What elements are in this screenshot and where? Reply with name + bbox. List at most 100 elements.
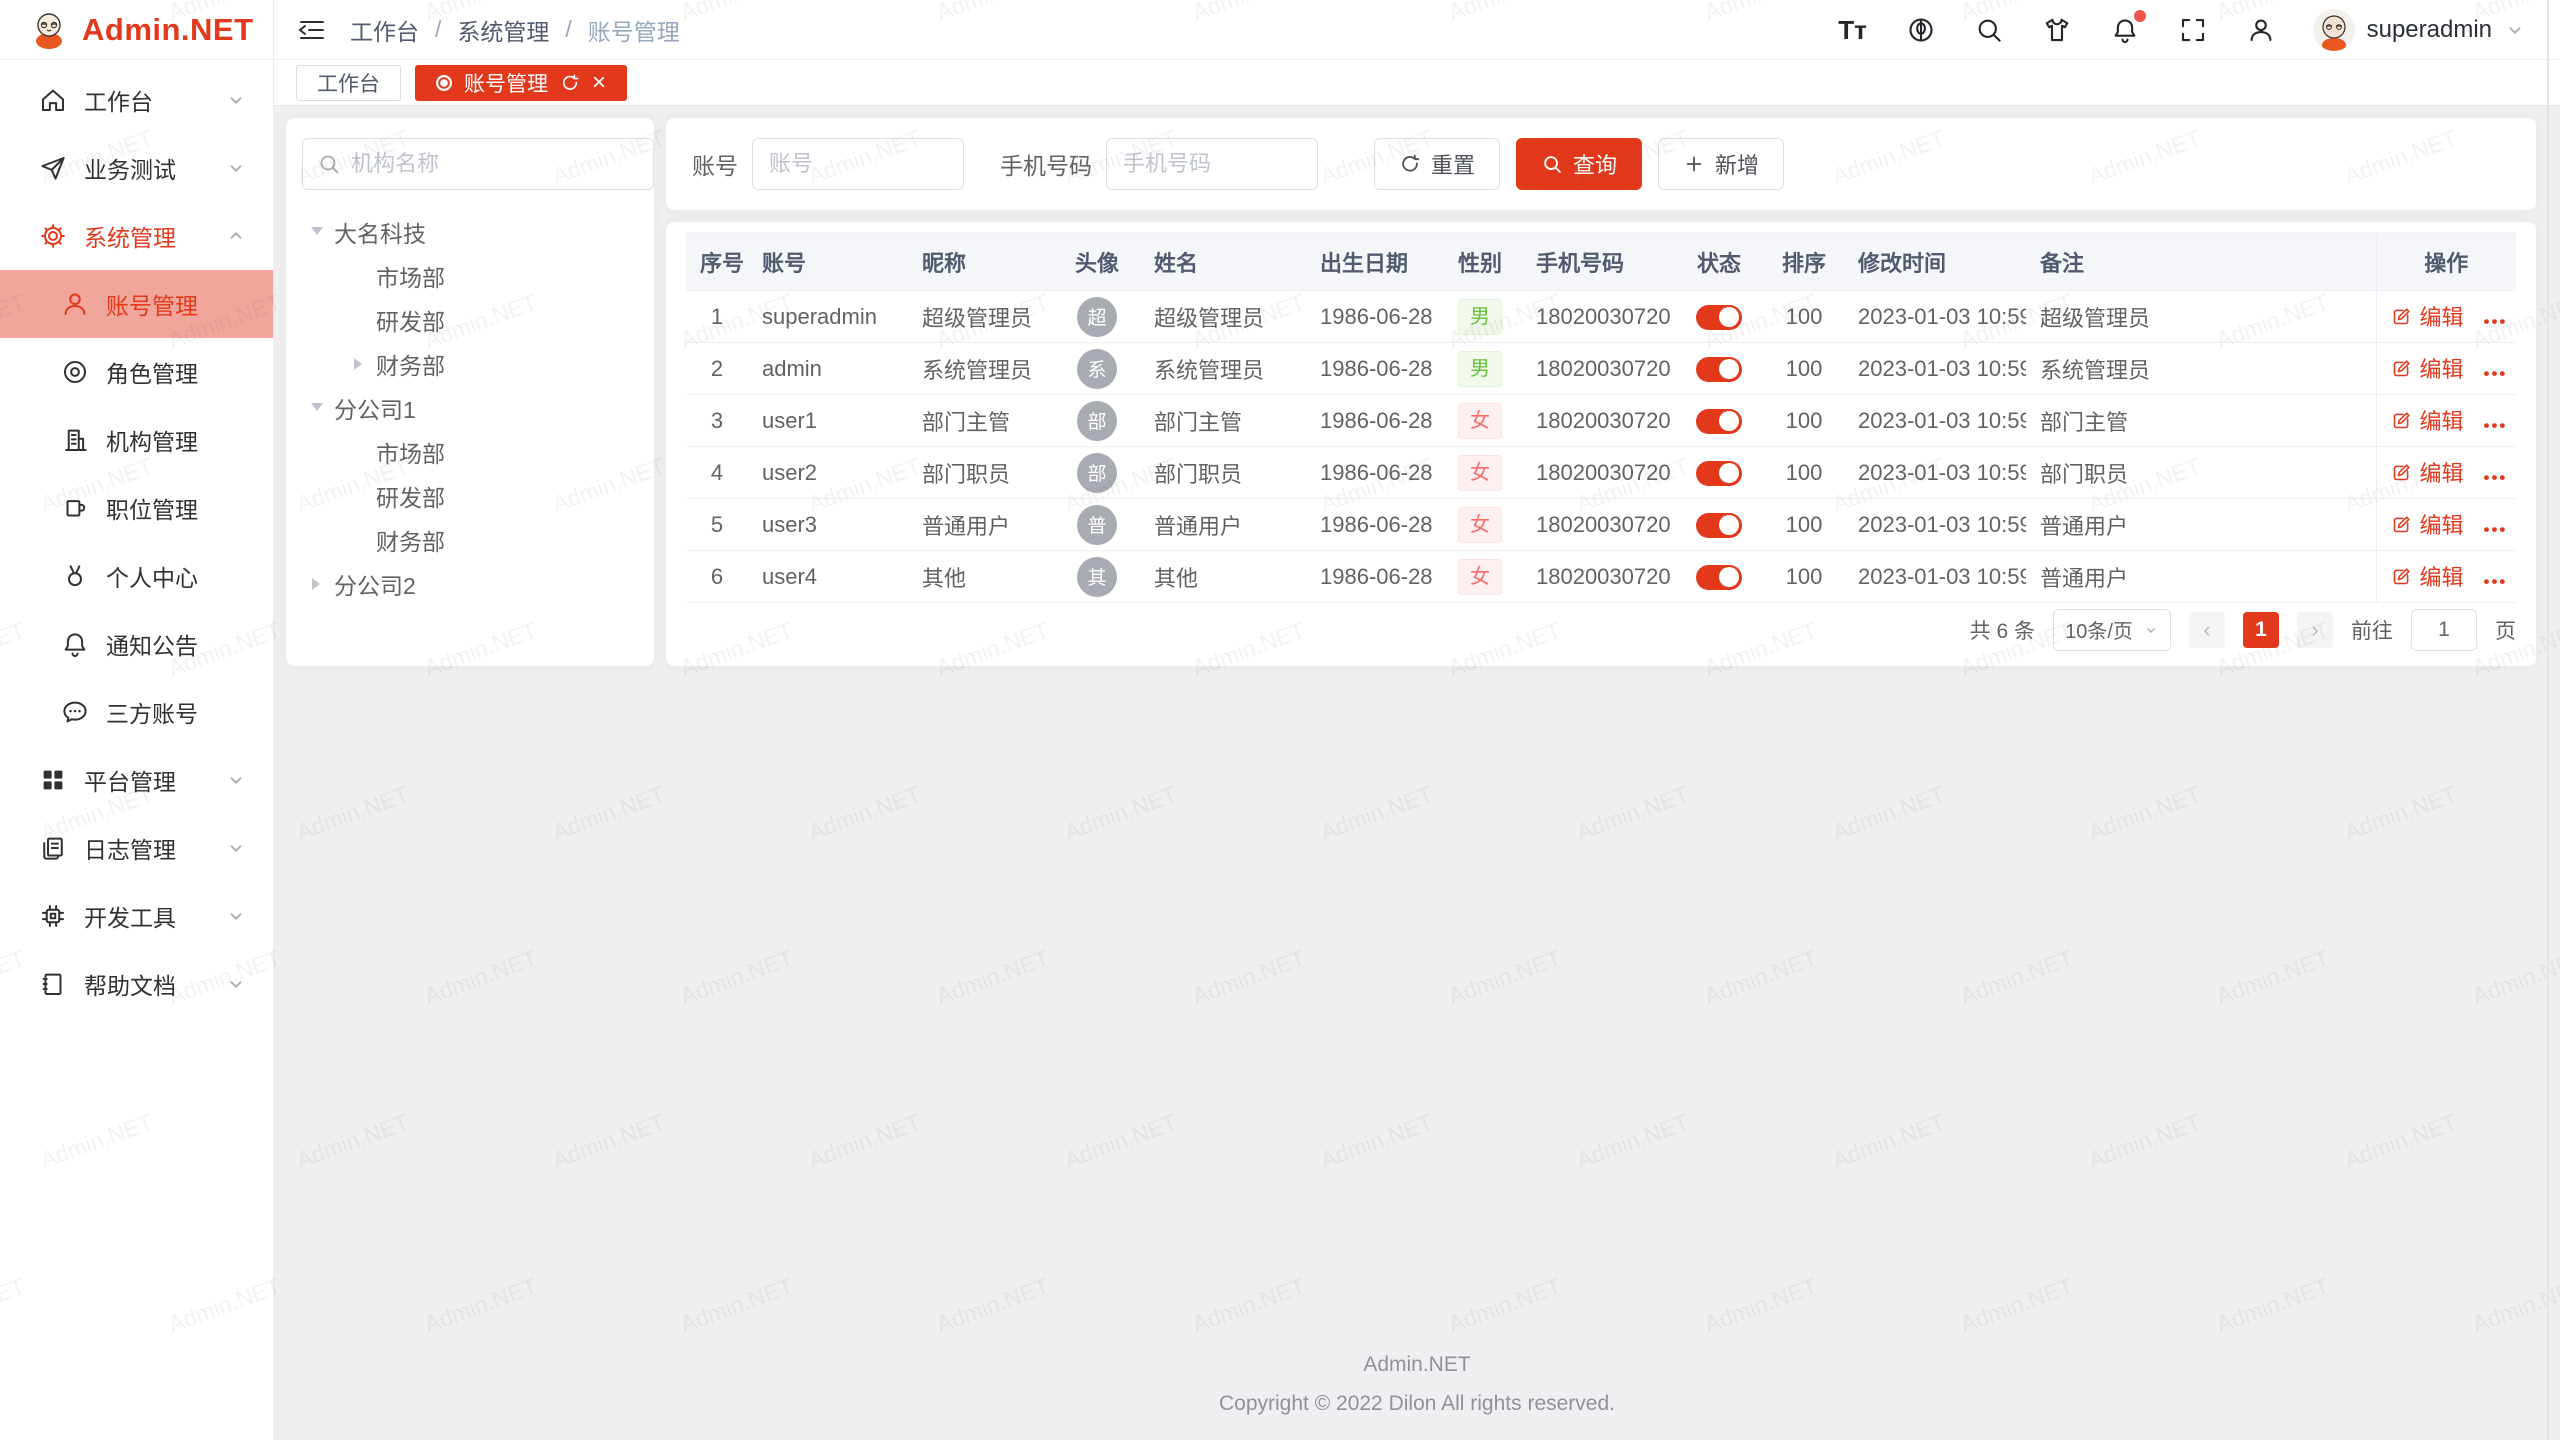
- tree-caret-icon[interactable]: [310, 225, 324, 239]
- status-toggle[interactable]: [1696, 565, 1742, 590]
- column-header: 操作: [2376, 233, 2516, 291]
- goto-page-input[interactable]: [2411, 609, 2477, 651]
- status-toggle[interactable]: [1696, 409, 1742, 434]
- table-row: 4user2部门职员部部门职员1986-06-28女18020030720100…: [686, 447, 2516, 499]
- tree-caret-icon[interactable]: [310, 577, 324, 591]
- tab-workbench[interactable]: 工作台: [296, 65, 401, 101]
- more-actions-button[interactable]: •••: [2484, 468, 2508, 487]
- cell-birthdate: 1986-06-28: [1306, 447, 1438, 499]
- chevron-down-icon: [225, 973, 247, 995]
- user-icon[interactable]: [2245, 14, 2277, 46]
- scrollbar-rail: [2547, 0, 2549, 1440]
- org-icon: [60, 425, 90, 455]
- close-tab-icon[interactable]: ×: [592, 71, 606, 95]
- user-table: 序号账号昵称头像姓名出生日期性别手机号码状态排序修改时间备注操作 1supera…: [686, 232, 2516, 603]
- tree-node[interactable]: 分公司1: [302, 386, 638, 430]
- current-page-button[interactable]: 1: [2243, 612, 2279, 648]
- sidebar-item-account-manage[interactable]: 账号管理: [0, 270, 273, 338]
- sidebar-item-profile-center[interactable]: 个人中心: [0, 542, 273, 610]
- refresh-tab-icon[interactable]: [560, 73, 580, 93]
- search-icon: [1541, 153, 1563, 175]
- chevron-down-icon: [225, 89, 247, 111]
- collapse-sidebar-icon[interactable]: [296, 14, 328, 46]
- sidebar-item-platform-manage[interactable]: 平台管理: [0, 746, 273, 814]
- breadcrumb-item[interactable]: 工作台: [350, 13, 419, 47]
- more-actions-button[interactable]: •••: [2484, 312, 2508, 331]
- breadcrumb-item[interactable]: 系统管理: [457, 13, 549, 47]
- cell-avatar: 普: [1054, 499, 1140, 551]
- sidebar-item-business-test[interactable]: 业务测试: [0, 134, 273, 202]
- tree-node[interactable]: 分公司2: [302, 562, 638, 606]
- sidebar-item-position-manage[interactable]: 职位管理: [0, 474, 273, 542]
- theme-icon[interactable]: [2041, 14, 2073, 46]
- chevron-down-icon: [2504, 19, 2526, 41]
- sidebar-item-dev-tools[interactable]: 开发工具: [0, 882, 273, 950]
- page-content: ••• 大名科技市场部研发部财务部分公司1市场部研发部财务部分公司2 账号 手机…: [274, 106, 2560, 1440]
- cell-actions: 编辑 •••: [2376, 447, 2516, 499]
- sidebar-item-log-manage[interactable]: 日志管理: [0, 814, 273, 882]
- user-menu[interactable]: superadmin: [2313, 9, 2526, 51]
- edit-button[interactable]: 编辑: [2391, 560, 2464, 592]
- cell-nickname: 系统管理员: [908, 343, 1054, 395]
- page-size-select[interactable]: 10条/页: [2053, 609, 2171, 651]
- next-page-button[interactable]: ›: [2297, 612, 2333, 648]
- tree-node[interactable]: 市场部: [302, 430, 638, 474]
- more-actions-button[interactable]: •••: [2484, 416, 2508, 435]
- search-icon[interactable]: [1973, 14, 2005, 46]
- status-toggle[interactable]: [1696, 513, 1742, 538]
- column-header: 出生日期: [1306, 233, 1438, 291]
- tab-account-manage[interactable]: 账号管理 ×: [415, 65, 627, 101]
- breadcrumb-item-current: 账号管理: [588, 13, 680, 47]
- font-size-icon[interactable]: Tт: [1837, 14, 1869, 46]
- sidebar-item-system-manage[interactable]: 系统管理: [0, 202, 273, 270]
- tree-node[interactable]: 研发部: [302, 298, 638, 342]
- edit-button[interactable]: 编辑: [2391, 300, 2464, 332]
- edit-button[interactable]: 编辑: [2391, 352, 2464, 384]
- sidebar-item-workbench[interactable]: 工作台: [0, 66, 273, 134]
- tree-node[interactable]: 财务部: [302, 518, 638, 562]
- tree-caret-icon: [352, 269, 366, 283]
- language-icon[interactable]: [1905, 14, 1937, 46]
- status-toggle[interactable]: [1696, 461, 1742, 486]
- medal-icon: [60, 561, 90, 591]
- tree-node[interactable]: 研发部: [302, 474, 638, 518]
- sidebar: Admin.NET 工作台业务测试系统管理账号管理角色管理机构管理职位管理个人中…: [0, 0, 274, 1440]
- cell-gender: 女: [1438, 447, 1522, 499]
- org-search-input[interactable]: [351, 151, 639, 177]
- tree-node[interactable]: 市场部: [302, 254, 638, 298]
- add-button[interactable]: 新增: [1658, 138, 1784, 190]
- more-actions-button[interactable]: •••: [2484, 520, 2508, 539]
- reset-button[interactable]: 重置: [1374, 138, 1500, 190]
- sidebar-item-role-manage[interactable]: 角色管理: [0, 338, 273, 406]
- fullscreen-icon[interactable]: [2177, 14, 2209, 46]
- prev-page-button[interactable]: ‹: [2189, 612, 2225, 648]
- total-count: 共 6 条: [1970, 615, 2035, 645]
- cell-name: 部门主管: [1140, 395, 1306, 447]
- notification-icon[interactable]: [2109, 14, 2141, 46]
- sidebar-item-third-account[interactable]: 三方账号: [0, 678, 273, 746]
- query-button[interactable]: 查询: [1516, 138, 1642, 190]
- sidebar-item-notice[interactable]: 通知公告: [0, 610, 273, 678]
- tree-node[interactable]: 大名科技: [302, 210, 638, 254]
- tree-node[interactable]: 财务部: [302, 342, 638, 386]
- cell-birthdate: 1986-06-28: [1306, 343, 1438, 395]
- home-icon: [38, 85, 68, 115]
- status-toggle[interactable]: [1696, 305, 1742, 330]
- more-actions-button[interactable]: •••: [2484, 364, 2508, 383]
- cell-account: user3: [748, 499, 908, 551]
- phone-filter-input[interactable]: [1106, 138, 1318, 190]
- status-toggle[interactable]: [1696, 357, 1742, 382]
- more-actions-button[interactable]: •••: [2484, 572, 2508, 591]
- column-header: 昵称: [908, 233, 1054, 291]
- tree-caret-icon[interactable]: [310, 401, 324, 415]
- edit-button[interactable]: 编辑: [2391, 456, 2464, 488]
- sidebar-item-org-manage[interactable]: 机构管理: [0, 406, 273, 474]
- tree-caret-icon[interactable]: [352, 357, 366, 371]
- sidebar-item-help-docs[interactable]: 帮助文档: [0, 950, 273, 1018]
- edit-button[interactable]: 编辑: [2391, 404, 2464, 436]
- logo[interactable]: Admin.NET: [0, 0, 273, 60]
- gender-tag: 女: [1458, 507, 1502, 543]
- cell-avatar: 系: [1054, 343, 1140, 395]
- edit-button[interactable]: 编辑: [2391, 508, 2464, 540]
- account-filter-input[interactable]: [752, 138, 964, 190]
